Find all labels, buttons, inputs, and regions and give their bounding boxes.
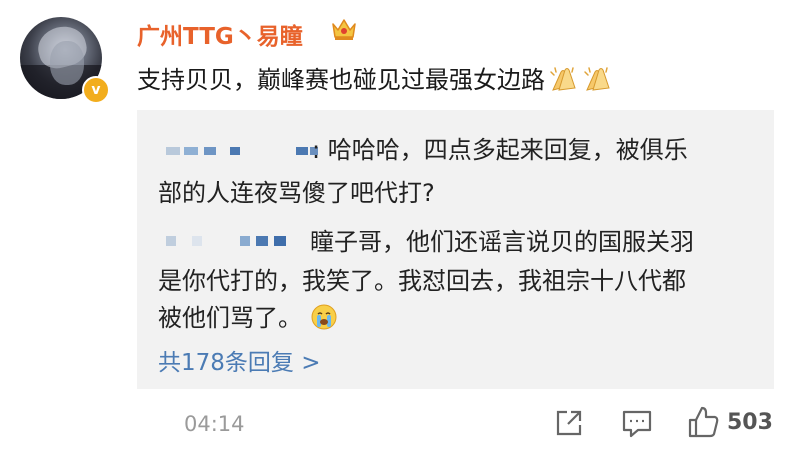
- crown-icon: [332, 19, 356, 40]
- clapping-hands-icon: [584, 67, 610, 91]
- username[interactable]: 广州TTG丶易瞳: [137, 17, 303, 51]
- share-icon[interactable]: [553, 407, 585, 439]
- timestamp: 04:14: [184, 412, 245, 436]
- reply-text: 是你代打的，我笑了。我怼回去，我祖宗十八代都: [158, 267, 686, 295]
- clapping-hands-icon: [550, 67, 576, 91]
- reply-text: : 哈哈哈，四点多起来回复，被俱乐: [312, 136, 688, 164]
- thumbs-up-icon[interactable]: [686, 404, 720, 440]
- reply-text: 被他们骂了。: [158, 298, 338, 333]
- reply-text: 瞳子哥，他们还谣言说贝的国服关羽: [310, 228, 694, 256]
- comment-text: 支持贝贝，巅峰赛也碰见过最强女边路: [137, 60, 613, 95]
- verified-badge-icon: v: [82, 76, 110, 104]
- like-count: 503: [727, 410, 773, 435]
- blurred-username: [166, 147, 318, 155]
- reply-text-end: 被他们骂了。: [158, 304, 302, 332]
- more-replies-link[interactable]: 共178条回复 >: [158, 343, 320, 377]
- blurred-username: [166, 236, 286, 246]
- comment-icon[interactable]: [620, 407, 654, 439]
- comment-body: 支持贝贝，巅峰赛也碰见过最强女边路: [137, 66, 545, 94]
- crying-face-icon: [311, 304, 337, 330]
- reply-text: 部的人连夜骂傻了吧代打?: [158, 179, 435, 207]
